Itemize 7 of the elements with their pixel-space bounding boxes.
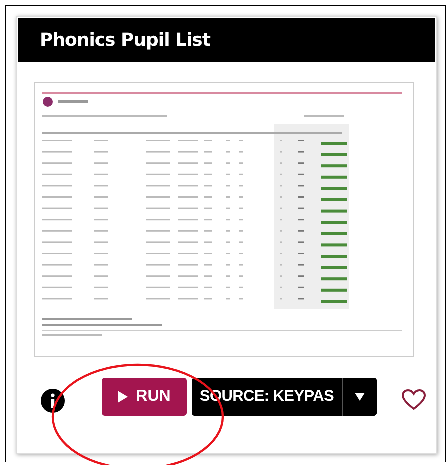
card-title: Phonics Pupil List xyxy=(40,30,210,50)
heart-icon[interactable] xyxy=(401,388,427,412)
caret-icon xyxy=(355,393,365,401)
run-button[interactable]: RUN xyxy=(102,378,187,416)
play-icon xyxy=(118,391,128,403)
report-thumbnail-drawing[interactable] xyxy=(34,82,414,357)
info-icon[interactable] xyxy=(40,388,66,414)
